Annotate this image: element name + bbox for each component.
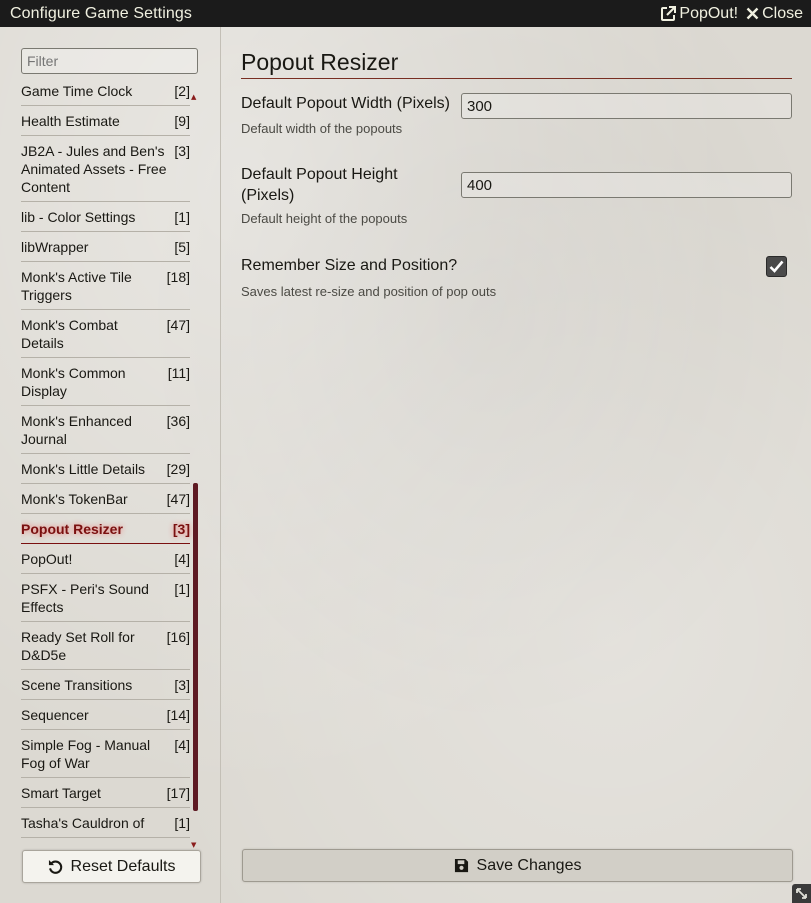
category-count: [1]	[174, 581, 190, 597]
category-count: [14]	[166, 707, 190, 723]
category-item[interactable]: Monk's Enhanced Journal [36]	[21, 406, 190, 454]
filter-input[interactable]	[21, 48, 198, 74]
popout-height-input[interactable]	[461, 172, 792, 198]
category-sidebar: Game Time Clock [2] Health Estimate [9] JB2A…	[0, 27, 221, 903]
category-name: Scene Transitions	[21, 677, 133, 693]
category-item[interactable]: Sequencer [14]	[21, 700, 190, 730]
setting-popout-width: Default Popout Width (Pixels) Default wi…	[241, 93, 792, 136]
category-count: [47]	[166, 317, 190, 333]
category-count: [4]	[174, 737, 190, 753]
category-item[interactable]: libWrapper [5]	[21, 232, 190, 262]
category-item[interactable]: Smart Target [17]	[21, 778, 190, 808]
close-icon	[746, 7, 759, 20]
category-count: [16]	[166, 629, 190, 645]
category-name: Tasha's Cauldron of	[21, 815, 145, 831]
category-name: libWrapper	[21, 239, 89, 255]
category-count: [5]	[174, 239, 190, 255]
undo-icon	[48, 859, 63, 874]
floppy-disk-icon	[454, 858, 469, 873]
window-titlebar[interactable]: Configure Game Settings PopOut! Close	[0, 0, 811, 27]
section-title: Popout Resizer	[241, 49, 792, 79]
checkmark-icon	[769, 260, 784, 273]
category-item[interactable]: Monk's TokenBar [47]	[21, 484, 190, 514]
category-name: Monk's Common Display	[21, 365, 126, 399]
settings-window: Configure Game Settings PopOut! Close Fi…	[0, 0, 811, 903]
category-item[interactable]: Ready Set Roll for D&D5e [16]	[21, 622, 190, 670]
category-name: Simple Fog - Manual Fog of War	[21, 737, 151, 771]
category-item[interactable]: Popout Resizer [3]	[21, 514, 190, 544]
category-count: [3]	[172, 521, 190, 537]
category-item[interactable]: JB2A - Jules and Ben's Animated Assets -…	[21, 136, 190, 202]
setting-remember-size: Remember Size and Position? Saves latest…	[241, 255, 792, 299]
popout-width-input[interactable]	[461, 93, 792, 119]
category-count: [47]	[166, 491, 190, 507]
category-name: PSFX - Peri's Sound Effects	[21, 581, 149, 615]
category-name: Sequencer	[21, 707, 89, 723]
external-link-icon	[660, 5, 677, 22]
scroll-up-arrow-icon[interactable]: ▲	[191, 93, 196, 101]
reset-defaults-button[interactable]: Reset Defaults	[22, 850, 201, 883]
reset-defaults-label: Reset Defaults	[70, 857, 176, 875]
category-name: Smart Target	[21, 785, 101, 801]
category-name: Monk's Enhanced Journal	[21, 413, 132, 447]
category-item[interactable]: Tasha's Cauldron of [1]	[21, 808, 190, 838]
category-name: Popout Resizer	[21, 521, 123, 537]
category-item[interactable]: PSFX - Peri's Sound Effects [1]	[21, 574, 190, 622]
popout-label: PopOut!	[679, 4, 739, 22]
category-item[interactable]: Monk's Common Display [11]	[21, 358, 190, 406]
category-item[interactable]: Game Time Clock [2]	[21, 86, 190, 106]
category-name: Monk's Active Tile Triggers	[21, 269, 132, 303]
category-count: [9]	[174, 113, 190, 129]
category-item[interactable]: Monk's Active Tile Triggers [18]	[21, 262, 190, 310]
remember-size-checkbox[interactable]	[766, 256, 787, 277]
category-name: Ready Set Roll for D&D5e	[21, 629, 135, 663]
category-count: [17]	[166, 785, 190, 801]
setting-hint: Default width of the popouts	[241, 121, 403, 136]
setting-hint: Saves latest re-size and position of pop…	[241, 284, 497, 299]
scroll-down-arrow-icon[interactable]: ▼	[191, 841, 196, 849]
category-count: [3]	[174, 143, 190, 159]
category-name: PopOut!	[21, 551, 73, 567]
category-name: Health Estimate	[21, 113, 120, 129]
category-count: [3]	[174, 677, 190, 693]
category-name: Monk's Combat Details	[21, 317, 118, 351]
category-item[interactable]: Health Estimate [9]	[21, 106, 190, 136]
category-scrollbar[interactable]	[193, 483, 198, 811]
category-name: Monk's TokenBar	[21, 491, 128, 507]
setting-hint: Default height of the popouts	[241, 211, 408, 226]
category-name: lib - Color Settings	[21, 209, 136, 225]
category-list-inner: Game Time Clock [2] Health Estimate [9] JB2A…	[21, 86, 190, 838]
category-count: [11]	[167, 365, 190, 381]
close-button[interactable]: Close	[746, 5, 803, 23]
category-item[interactable]: Monk's Combat Details [47]	[21, 310, 190, 358]
category-count: [29]	[166, 461, 190, 477]
save-changes-label: Save Changes	[476, 856, 582, 874]
category-count: [4]	[174, 551, 190, 567]
category-count: [1]	[174, 815, 190, 831]
category-count: [36]	[166, 413, 190, 429]
category-count: [2]	[174, 86, 190, 99]
close-label: Close	[762, 4, 803, 22]
category-item[interactable]: lib - Color Settings [1]	[21, 202, 190, 232]
save-changes-button[interactable]: Save Changes	[242, 849, 793, 882]
popout-button[interactable]: PopOut!	[660, 5, 738, 23]
settings-panel: Popout Resizer Default Popout Width (Pix…	[221, 27, 811, 903]
category-item[interactable]: PopOut! [4]	[21, 544, 190, 574]
resize-handle-icon[interactable]	[792, 884, 811, 903]
setting-label: Default Popout Height (Pixels)	[241, 166, 398, 204]
category-name: Game Time Clock	[21, 86, 133, 99]
category-item[interactable]: Simple Fog - Manual Fog of War [4]	[21, 730, 190, 778]
category-item[interactable]: Monk's Little Details [29]	[21, 454, 190, 484]
setting-label: Remember Size and Position?	[241, 257, 458, 274]
category-name: JB2A - Jules and Ben's Animated Assets -…	[21, 143, 167, 195]
window-title: Configure Game Settings	[10, 4, 192, 22]
setting-popout-height: Default Popout Height (Pixels) Default h…	[241, 164, 792, 226]
category-list[interactable]: Game Time Clock [2] Health Estimate [9] JB2A…	[21, 86, 199, 853]
category-name: Monk's Little Details	[21, 461, 146, 477]
category-count: [18]	[166, 269, 190, 285]
category-item[interactable]: Scene Transitions [3]	[21, 670, 190, 700]
category-count: [1]	[174, 209, 190, 225]
